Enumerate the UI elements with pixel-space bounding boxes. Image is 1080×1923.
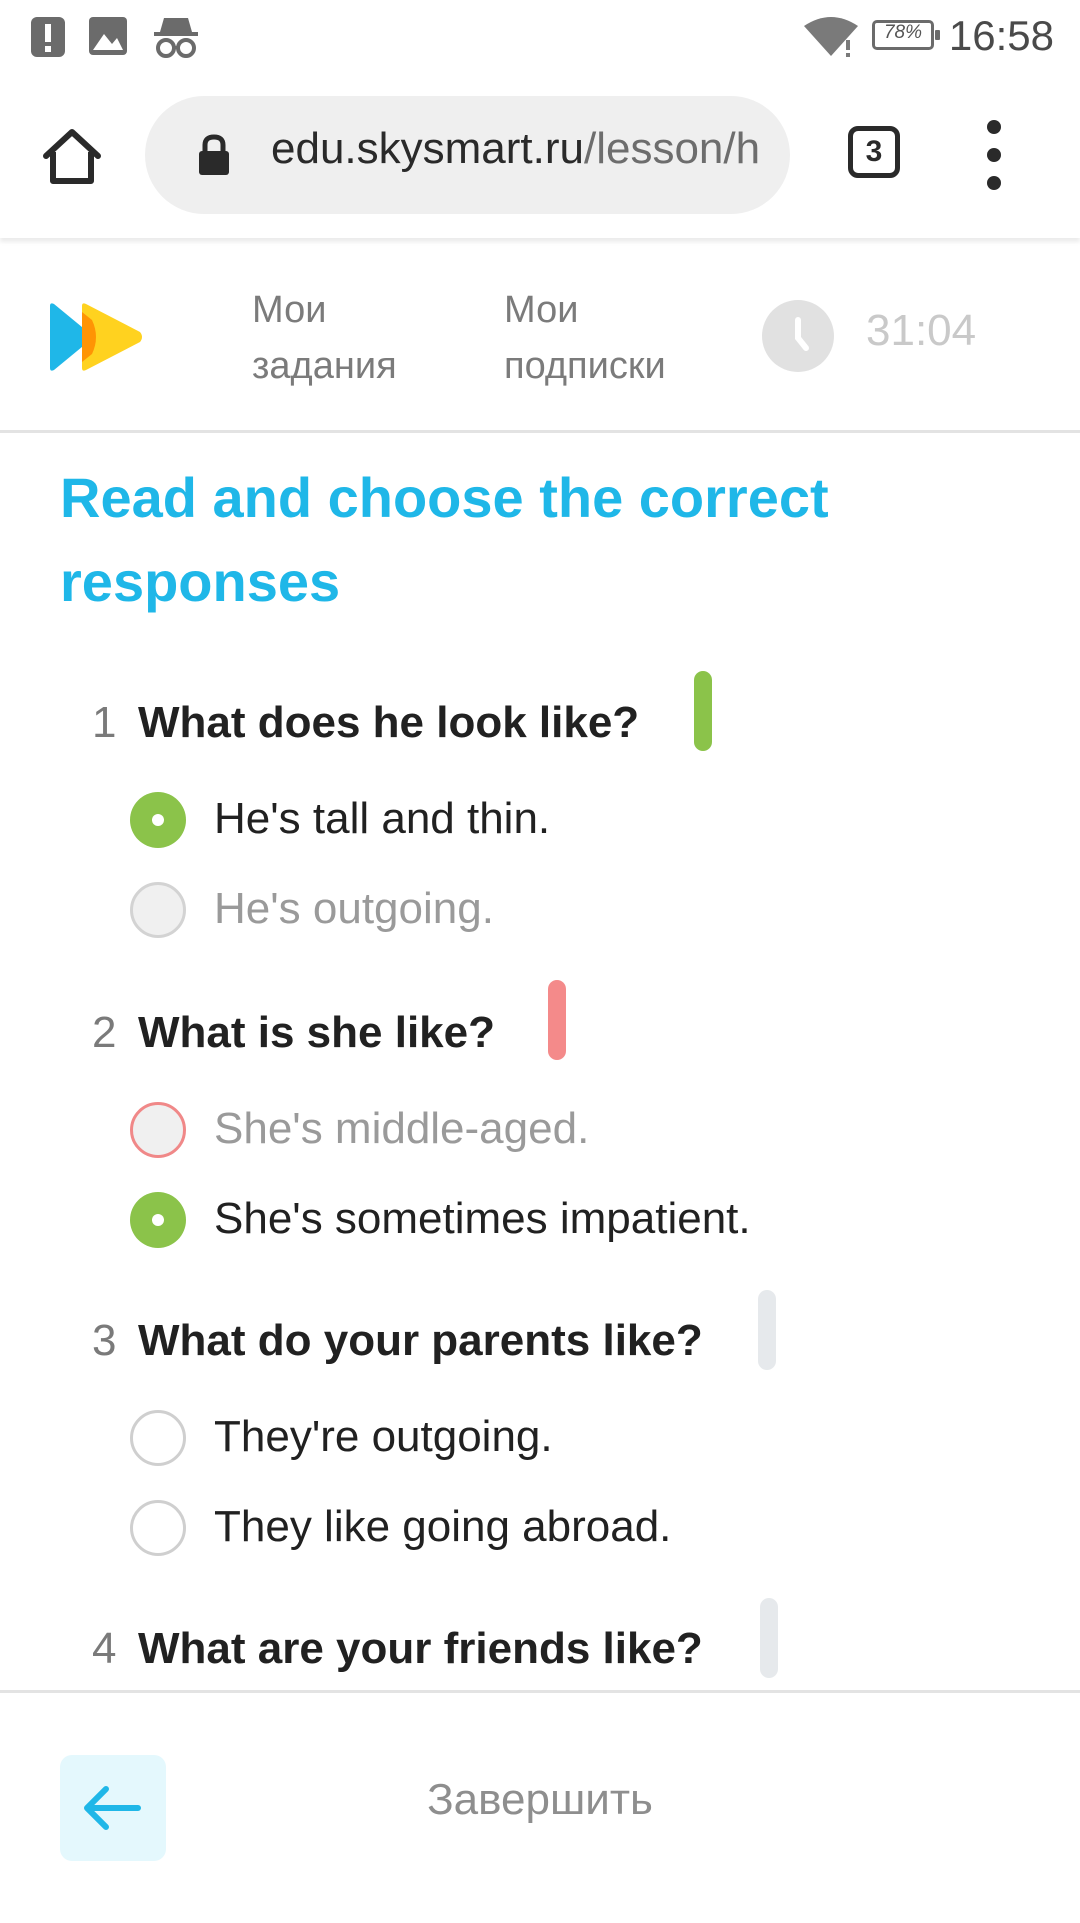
timer-value: 31:04 — [866, 306, 977, 355]
arrow-left-icon — [84, 1786, 141, 1830]
bottom-bar: Завершить — [0, 1690, 1080, 1923]
correct-status-marker — [694, 671, 712, 751]
nav-my-tasks-line2: задания — [252, 345, 397, 387]
neutral-status-marker — [758, 1290, 776, 1370]
lock-icon — [199, 134, 229, 175]
nav-my-tasks[interactable]: Мои задания — [252, 282, 397, 394]
url-path: /lesson/h — [583, 124, 761, 173]
overflow-menu-icon[interactable] — [982, 120, 1006, 190]
nav-my-subscriptions-line1: Мои — [504, 289, 579, 331]
browser-toolbar: edu.skysmart.ru/lesson/h 3 — [0, 74, 1080, 238]
url-domain: edu.skysmart.ru — [271, 124, 584, 173]
radio-wrong — [130, 1102, 186, 1158]
answer-label: He's outgoing. — [214, 884, 494, 933]
wifi-icon — [804, 17, 858, 57]
battery-indicator: 78% — [872, 20, 940, 50]
nav-my-subscriptions[interactable]: Мои подписки — [504, 282, 666, 394]
question-number: 4 — [92, 1624, 117, 1673]
answer-label: He's tall and thin. — [214, 794, 551, 843]
answer-label: She's middle-aged. — [214, 1104, 590, 1153]
question-text: What is she like? — [138, 1008, 495, 1057]
back-button[interactable] — [60, 1755, 166, 1861]
radio-disabled — [130, 882, 186, 938]
clock: 16:58 — [948, 12, 1054, 59]
question-number: 3 — [92, 1316, 117, 1365]
nav-my-tasks-line1: Мои — [252, 289, 327, 331]
wrong-status-marker — [548, 980, 566, 1060]
neutral-status-marker — [760, 1598, 778, 1678]
skysmart-logo[interactable] — [48, 302, 144, 372]
finish-button[interactable]: Завершить — [290, 1775, 790, 1825]
tab-switcher-button[interactable]: 3 — [848, 126, 900, 178]
image-icon — [89, 17, 127, 55]
status-bar: 78% 16:58 — [0, 0, 1080, 74]
url-text: edu.skysmart.ru/lesson/h — [271, 124, 760, 174]
battery-level: 78% — [883, 22, 923, 43]
answer-label: She's sometimes impatient. — [214, 1194, 751, 1243]
question-text: What do your parents like? — [138, 1316, 703, 1365]
question-text: What are your friends like? — [138, 1624, 703, 1673]
question-text: What does he look like? — [138, 698, 640, 747]
alert-icon — [31, 17, 65, 57]
address-bar[interactable]: edu.skysmart.ru/lesson/h — [145, 96, 790, 214]
answer-label: They like going abroad. — [214, 1502, 672, 1551]
radio-selected[interactable] — [130, 792, 186, 848]
clock-icon — [762, 300, 834, 372]
task-title: Read and choose the correct responses — [60, 466, 829, 613]
radio-empty[interactable] — [130, 1410, 186, 1466]
nav-my-subscriptions-line2: подписки — [504, 345, 666, 387]
site-header: Мои задания Мои подписки 31:04 — [0, 240, 1080, 433]
question-number: 1 — [92, 698, 117, 747]
radio-empty[interactable] — [130, 1500, 186, 1556]
question-number: 2 — [92, 1008, 117, 1057]
answer-label: They're outgoing. — [214, 1412, 553, 1461]
radio-selected[interactable] — [130, 1192, 186, 1248]
incognito-icon — [154, 18, 198, 58]
home-icon[interactable] — [40, 126, 104, 186]
